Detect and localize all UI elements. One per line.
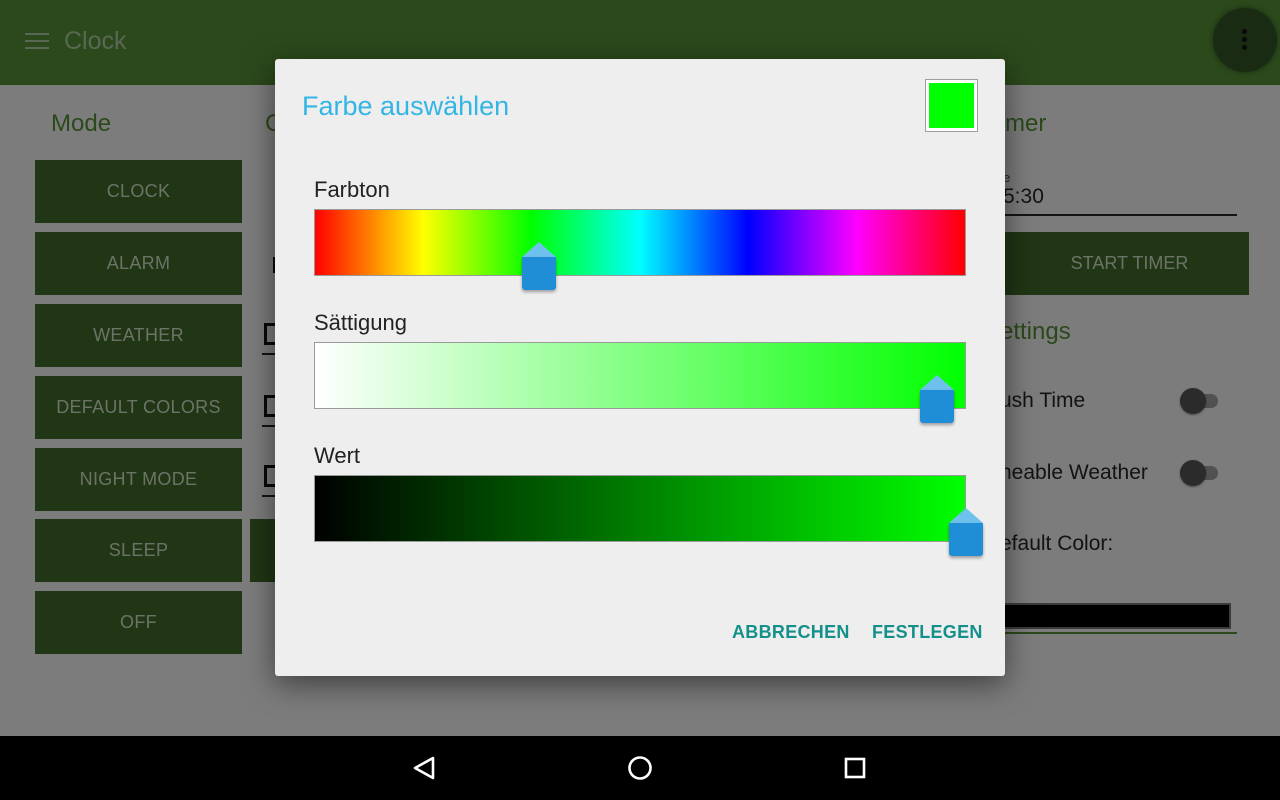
confirm-button[interactable]: FESTLEGEN [872, 622, 983, 643]
value-label: Wert [314, 443, 361, 468]
color-picker-dialog: Farbe auswählen Farbton Sättigung Wert A… [275, 59, 1005, 676]
color-preview-swatch [929, 83, 974, 128]
color-preview [925, 79, 978, 132]
saturation-slider[interactable] [314, 342, 966, 409]
recents-icon[interactable] [835, 748, 875, 788]
value-slider[interactable] [314, 475, 966, 542]
cancel-button[interactable]: ABBRECHEN [732, 622, 850, 643]
value-slider-handle[interactable] [949, 508, 983, 558]
saturation-label: Sättigung [314, 310, 407, 335]
hue-slider-handle[interactable] [521, 242, 556, 292]
saturation-slider-handle[interactable] [919, 375, 954, 425]
dialog-title: Farbe auswählen [302, 91, 510, 121]
home-icon[interactable] [620, 748, 660, 788]
hue-slider[interactable] [314, 209, 966, 276]
back-icon[interactable] [405, 748, 445, 788]
hue-label: Farbton [314, 177, 390, 202]
system-navigation-bar [0, 736, 1280, 800]
